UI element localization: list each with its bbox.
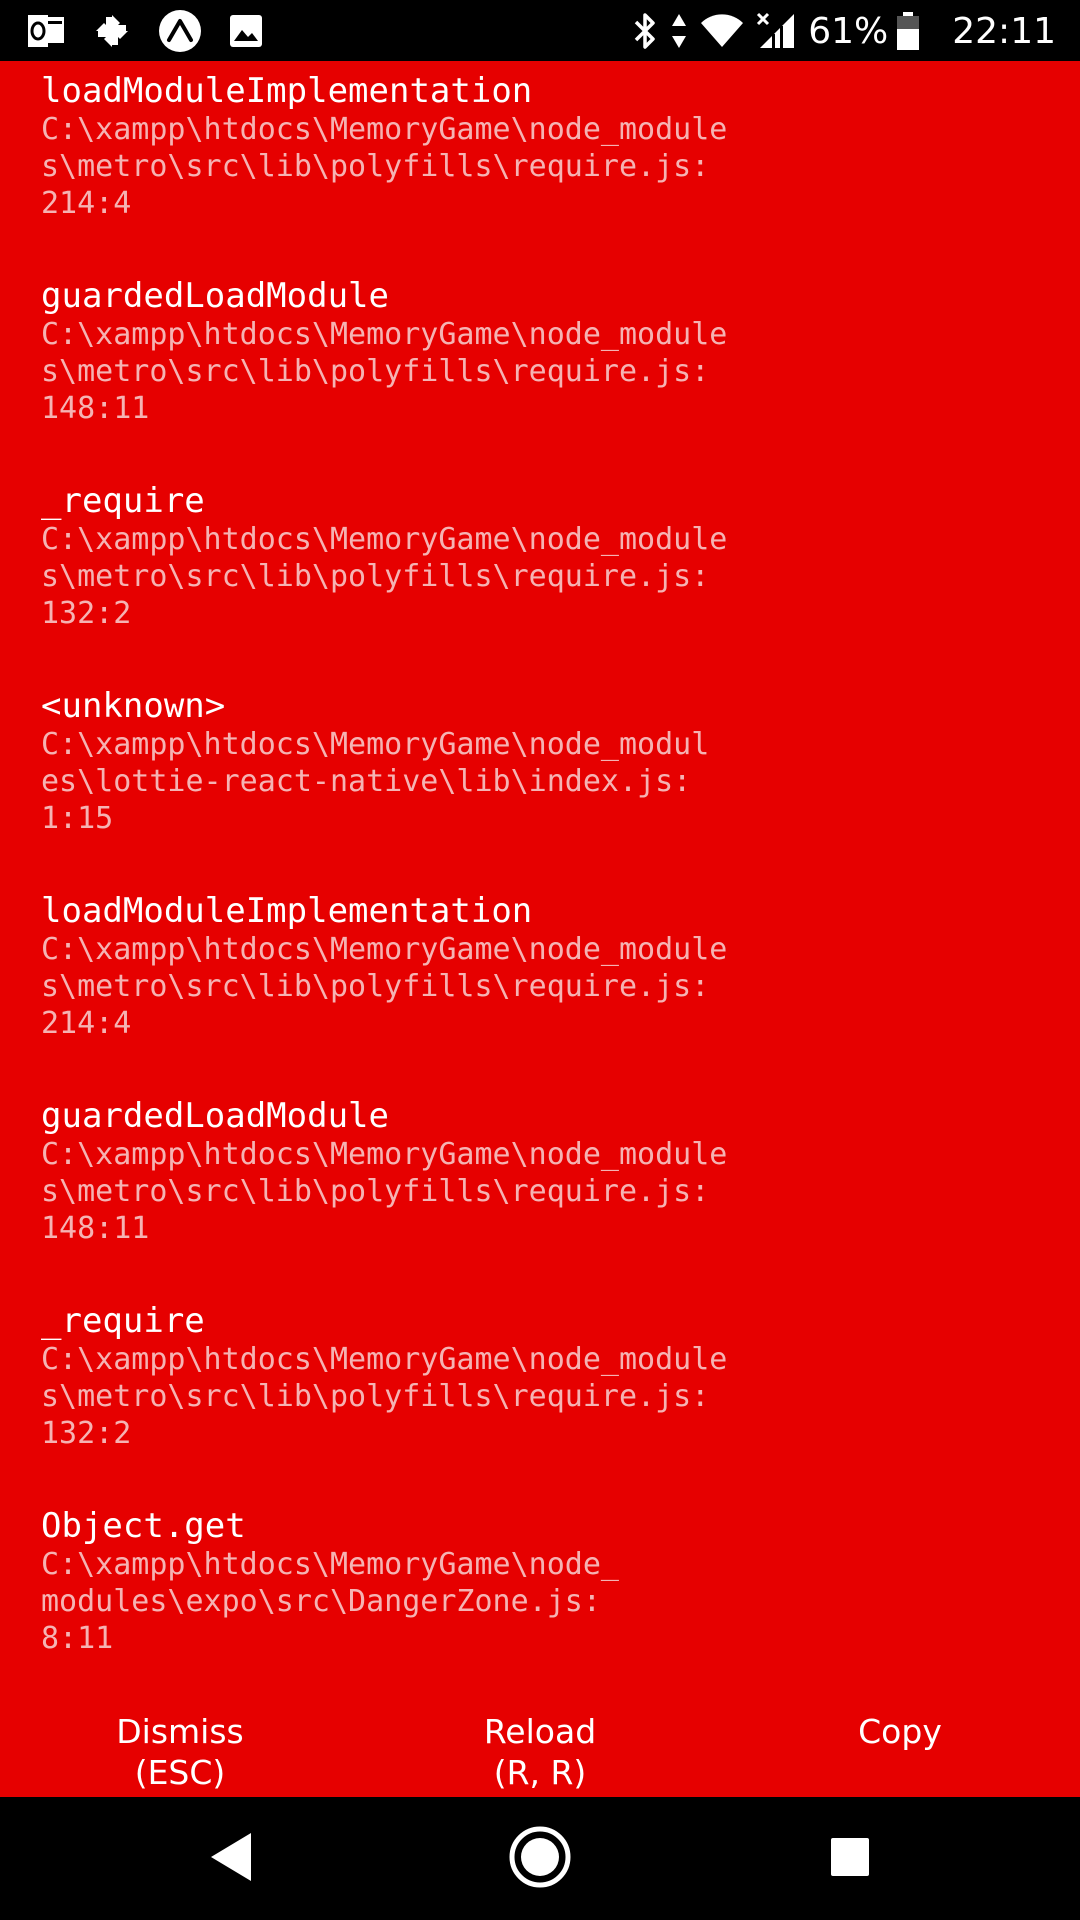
dismiss-shortcut: (ESC) xyxy=(134,1753,226,1792)
home-icon xyxy=(508,1825,572,1893)
frame-file-line: C:\xampp\htdocs\MemoryGame\node_module xyxy=(41,112,728,147)
signal-icon xyxy=(756,12,796,50)
frame-file-line: 214:4 xyxy=(41,1006,132,1041)
stack-frame[interactable]: guardedLoadModule C:\xampp\htdocs\Memory… xyxy=(41,276,1041,481)
outlook-icon xyxy=(26,13,66,49)
bluetooth-icon xyxy=(632,11,658,51)
stack-frame[interactable]: loadModuleImplementation C:\xampp\htdocs… xyxy=(41,891,1041,1096)
frame-method: loadModuleImplementation xyxy=(41,891,533,931)
reload-shortcut: (R, R) xyxy=(493,1753,587,1792)
frame-file-line: C:\xampp\htdocs\MemoryGame\node_module xyxy=(41,522,728,557)
device-screen: 61% 22:11 loadModuleImplementation C:\xa… xyxy=(0,0,1080,1920)
reload-label: Reload xyxy=(483,1712,597,1751)
system-icons: 61% 22:11 xyxy=(632,8,1056,54)
copy-label: Copy xyxy=(858,1712,942,1751)
stack-frame[interactable]: _require C:\xampp\htdocs\MemoryGame\node… xyxy=(41,481,1041,686)
frame-file-line: 8:11 xyxy=(41,1621,114,1656)
frame-file-line: s\metro\src\lib\polyfills\require.js: xyxy=(41,149,710,184)
copy-button[interactable]: Copy xyxy=(720,1701,1080,1797)
back-icon xyxy=(207,1829,255,1889)
frame-method: loadModuleImplementation xyxy=(41,71,533,111)
recents-icon xyxy=(829,1836,871,1882)
stack-frame[interactable]: <unknown> C:\xampp\htdocs\MemoryGame\nod… xyxy=(41,686,1041,891)
data-arrows-icon xyxy=(670,12,688,50)
frame-file-line: 132:2 xyxy=(41,1416,132,1451)
wifi-icon xyxy=(700,13,744,49)
error-screen: loadModuleImplementation C:\xampp\htdocs… xyxy=(0,61,1080,1797)
frame-method: Object.get xyxy=(41,1506,246,1546)
frame-method: _require xyxy=(41,481,205,521)
frame-file-line: s\metro\src\lib\polyfills\require.js: xyxy=(41,1174,710,1209)
frame-file-line: s\metro\src\lib\polyfills\require.js: xyxy=(41,1379,710,1414)
frame-file-line: C:\xampp\htdocs\MemoryGame\node_module xyxy=(41,1137,728,1172)
battery-percentage: 61% xyxy=(808,10,889,52)
notification-icons xyxy=(26,10,290,52)
back-button[interactable] xyxy=(151,1797,311,1920)
battery-icon xyxy=(896,11,920,51)
pinwheel-icon xyxy=(92,11,132,51)
frame-file-line: C:\xampp\htdocs\MemoryGame\node_module xyxy=(41,1342,728,1377)
status-bar: 61% 22:11 xyxy=(0,0,1080,61)
frame-file-line: 148:11 xyxy=(41,391,150,426)
image-icon xyxy=(228,13,264,49)
navigation-bar xyxy=(0,1797,1080,1920)
stack-frame[interactable]: _require C:\xampp\htdocs\MemoryGame\node… xyxy=(41,1301,1041,1506)
stack-frame[interactable]: guardedLoadModule C:\xampp\htdocs\Memory… xyxy=(41,1096,1041,1301)
frame-method: _require xyxy=(41,1301,205,1341)
dismiss-label: Dismiss xyxy=(116,1712,244,1751)
frame-file-line: modules\expo\src\DangerZone.js: xyxy=(41,1584,601,1619)
frame-file-line: C:\xampp\htdocs\MemoryGame\node_module xyxy=(41,317,728,352)
error-footer: Dismiss (ESC) Reload (R, R) Copy xyxy=(0,1701,1080,1797)
frame-file-line: s\metro\src\lib\polyfills\require.js: xyxy=(41,969,710,1004)
frame-file-line: C:\xampp\htdocs\MemoryGame\node_module xyxy=(41,932,728,967)
dismiss-button[interactable]: Dismiss (ESC) xyxy=(0,1701,360,1797)
frame-file-line: s\metro\src\lib\polyfills\require.js: xyxy=(41,354,710,389)
frame-file-line: C:\xampp\htdocs\MemoryGame\node_modul xyxy=(41,727,710,762)
expo-icon xyxy=(158,9,202,53)
stack-trace[interactable]: loadModuleImplementation C:\xampp\htdocs… xyxy=(41,71,1041,1711)
frame-file-line: 214:4 xyxy=(41,186,132,221)
frame-method: guardedLoadModule xyxy=(41,1096,389,1136)
frame-file-line: 132:2 xyxy=(41,596,132,631)
clock: 22:11 xyxy=(952,10,1056,52)
frame-file-line: es\lottie-react-native\lib\index.js: xyxy=(41,764,692,799)
reload-button[interactable]: Reload (R, R) xyxy=(360,1701,720,1797)
frame-method: <unknown> xyxy=(41,686,226,726)
frame-file-line: C:\xampp\htdocs\MemoryGame\node_ xyxy=(41,1547,619,1582)
recents-button[interactable] xyxy=(770,1797,930,1920)
frame-method: guardedLoadModule xyxy=(41,276,389,316)
home-button[interactable] xyxy=(460,1797,620,1920)
frame-file-line: 1:15 xyxy=(41,801,114,836)
frame-file-line: 148:11 xyxy=(41,1211,150,1246)
stack-frame[interactable]: loadModuleImplementation C:\xampp\htdocs… xyxy=(41,71,1041,276)
frame-file-line: s\metro\src\lib\polyfills\require.js: xyxy=(41,559,710,594)
stack-frame[interactable]: Object.get C:\xampp\htdocs\MemoryGame\no… xyxy=(41,1506,1041,1711)
